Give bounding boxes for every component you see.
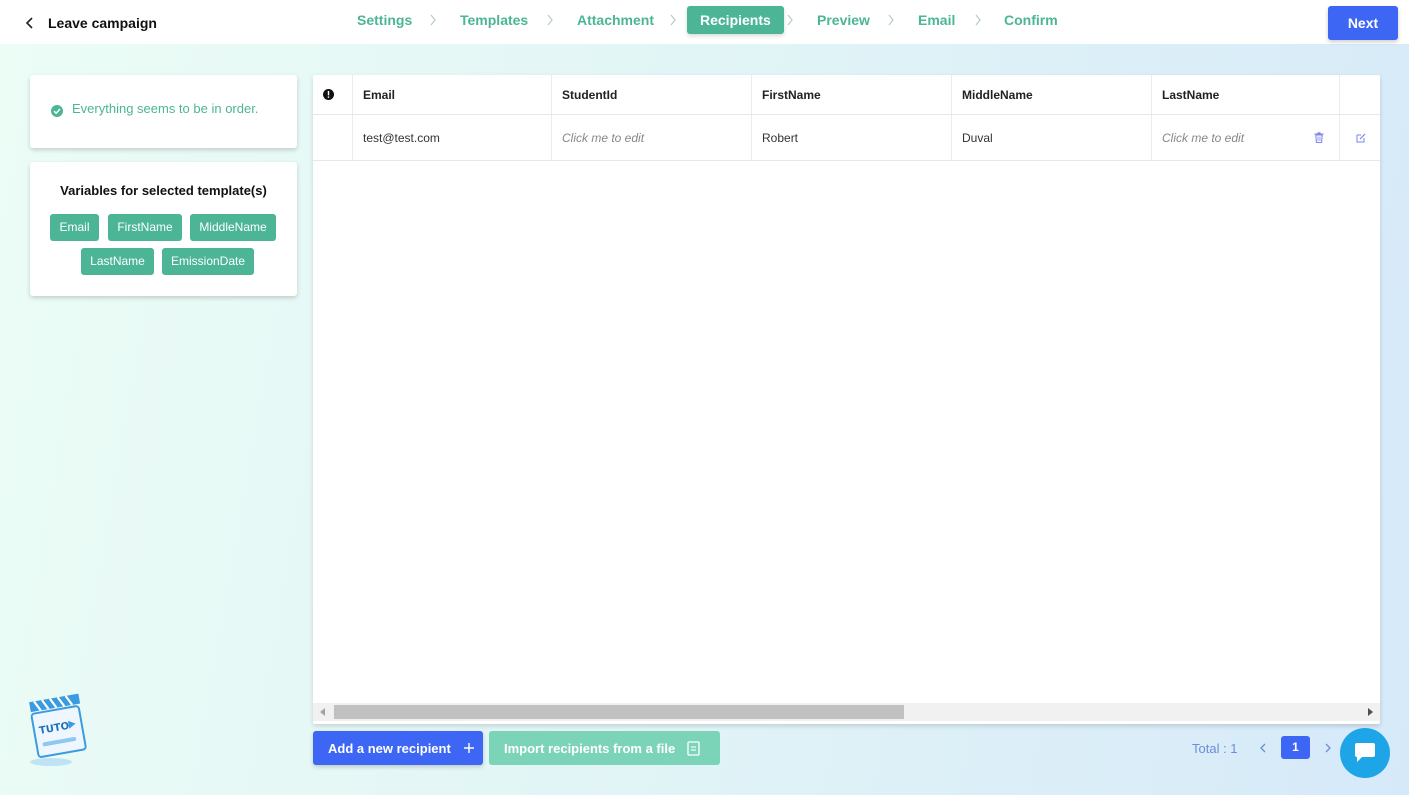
recipients-table: Email StudentId FirstName MiddleName Las…	[313, 75, 1380, 724]
table-row: test@test.com Click me to edit Robert Du…	[313, 115, 1380, 161]
total-count: Total : 1	[1192, 741, 1238, 756]
chat-button[interactable]	[1340, 728, 1390, 778]
cell-firstname[interactable]: Robert	[752, 115, 952, 160]
variables-card: Variables for selected template(s) Email…	[30, 162, 297, 296]
variable-chip-emissiondate[interactable]: EmissionDate	[162, 248, 254, 275]
column-header-studentid[interactable]: StudentId	[552, 75, 752, 114]
step-preview[interactable]: Preview	[817, 6, 870, 34]
scroll-right-arrow-icon[interactable]	[1366, 708, 1374, 716]
status-message: Everything seems to be in order.	[72, 100, 259, 116]
chevron-right-icon	[975, 14, 981, 26]
step-email[interactable]: Email	[918, 6, 955, 34]
chevron-right-icon	[888, 14, 894, 26]
next-button[interactable]: Next	[1328, 6, 1398, 40]
import-recipients-button[interactable]: Import recipients from a file	[489, 731, 720, 765]
stepper: Settings Templates Attachment Recipients…	[0, 6, 1409, 34]
horizontal-scrollbar[interactable]	[313, 703, 1380, 721]
next-page-icon[interactable]	[1324, 743, 1332, 753]
cell-email[interactable]: test@test.com	[353, 115, 552, 160]
chevron-right-icon	[670, 14, 676, 26]
exclamation-icon	[323, 89, 334, 100]
status-column-header	[313, 75, 353, 114]
column-header-actions	[1340, 75, 1380, 114]
step-recipients[interactable]: Recipients	[687, 6, 784, 34]
edit-icon[interactable]	[1356, 133, 1366, 143]
page-number-button[interactable]: 1	[1281, 736, 1310, 759]
variable-chip-lastname[interactable]: LastName	[81, 248, 154, 275]
add-recipient-label: Add a new recipient	[328, 740, 451, 756]
file-icon	[687, 740, 700, 756]
variables-title: Variables for selected template(s)	[60, 183, 267, 198]
top-bar: Leave campaign Settings Templates Attach…	[0, 0, 1409, 44]
tutorial-clapperboard-icon[interactable]: TUTO	[26, 688, 90, 770]
column-header-email[interactable]: Email	[353, 75, 552, 114]
previous-page-icon[interactable]	[1259, 743, 1267, 753]
cell-middlename[interactable]: Duval	[952, 115, 1152, 160]
chat-bubble-icon	[1355, 743, 1375, 762]
column-header-middlename[interactable]: MiddleName	[952, 75, 1152, 114]
column-header-firstname[interactable]: FirstName	[752, 75, 952, 114]
variable-chip-middlename[interactable]: MiddleName	[190, 214, 276, 241]
chevron-right-icon	[547, 14, 553, 26]
column-header-lastname[interactable]: LastName	[1152, 75, 1340, 114]
import-recipients-label: Import recipients from a file	[504, 740, 676, 756]
row-status-cell	[313, 115, 353, 160]
plus-icon	[463, 743, 474, 753]
table-header: Email StudentId FirstName MiddleName Las…	[313, 75, 1380, 115]
step-settings[interactable]: Settings	[357, 6, 412, 34]
variable-chip-email[interactable]: Email	[50, 214, 99, 241]
status-card: Everything seems to be in order.	[30, 75, 297, 148]
step-templates[interactable]: Templates	[460, 6, 528, 34]
cell-lastname-wrapper[interactable]: Click me to edit	[1152, 115, 1340, 160]
row-actions-cell	[1340, 115, 1380, 160]
check-circle-icon	[51, 105, 63, 117]
step-confirm[interactable]: Confirm	[1004, 6, 1058, 34]
chevron-right-icon	[430, 14, 436, 26]
step-attachment[interactable]: Attachment	[577, 6, 654, 34]
variable-chip-firstname[interactable]: FirstName	[108, 214, 182, 241]
trash-icon[interactable]	[1314, 132, 1324, 143]
chevron-right-icon	[787, 14, 793, 26]
add-recipient-button[interactable]: Add a new recipient	[313, 731, 483, 765]
cell-studentid[interactable]: Click me to edit	[552, 115, 752, 160]
scrollbar-thumb[interactable]	[334, 705, 904, 719]
scroll-left-arrow-icon[interactable]	[319, 708, 327, 716]
cell-lastname[interactable]: Click me to edit	[1162, 131, 1244, 145]
